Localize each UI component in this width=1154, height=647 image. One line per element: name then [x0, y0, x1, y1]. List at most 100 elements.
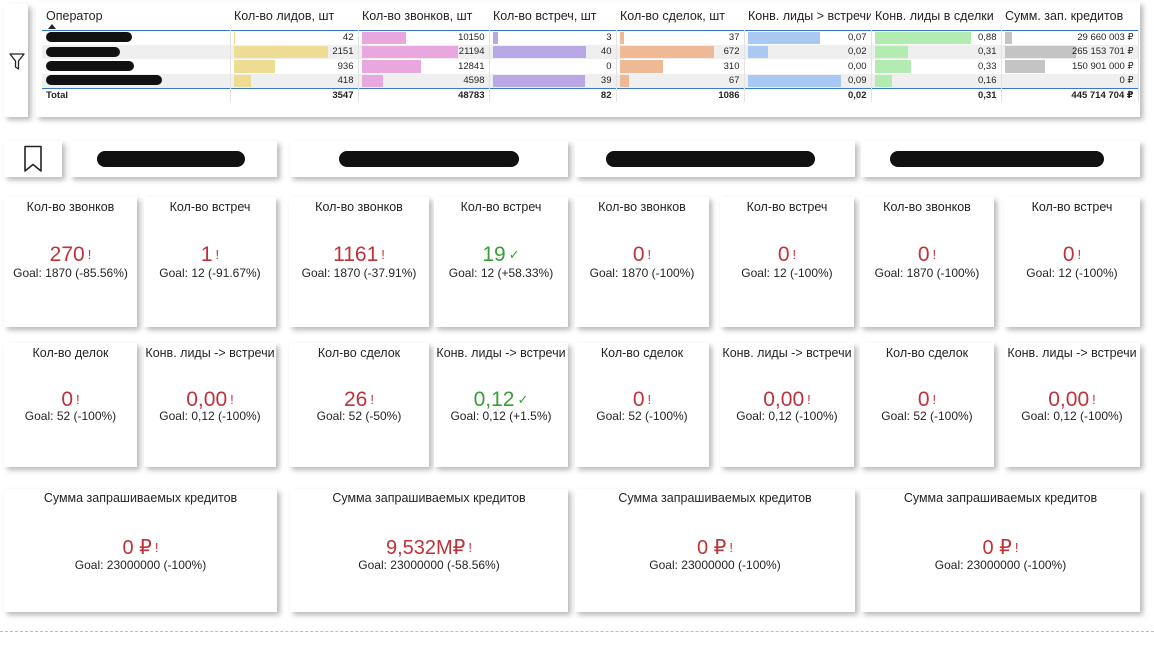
redacted-operator-name [97, 151, 245, 167]
redacted-operator-name [890, 151, 1104, 167]
table-row[interactable]: 42 10150 3 37 0,07 0,88 29 660 003 ₽ [42, 29, 1139, 45]
kpi-title: Кол-во делок [32, 346, 109, 360]
cell-conv-meet: 0,09 [744, 73, 872, 88]
table-row[interactable]: 418 4598 39 67 0,09 0,16 0 ₽ [42, 73, 1139, 88]
cell-value: 42 [342, 32, 354, 43]
cell-value: 0,09 [848, 75, 867, 86]
kpi-title: Сумма запрашиваемых кредитов [332, 491, 526, 505]
bookmark-icon [24, 145, 42, 172]
kpi-card[interactable]: Конв. лиды -> встречи 0,12 ✓ Goal: 0,12 (+1… [434, 343, 568, 467]
kpi-goal: Goal: 12 (-100%) [741, 266, 833, 280]
operator-slicer-3[interactable] [575, 141, 855, 177]
cell-value: 418 [337, 75, 354, 86]
kpi-value-text: 1161 [333, 243, 379, 266]
alert-icon: ! [729, 540, 734, 555]
kpi-value-text: 270 [49, 243, 85, 266]
cell-value: 150 901 000 ₽ [1071, 60, 1134, 72]
total-conv-meet: 0,02 [744, 87, 872, 102]
kpi-value-text: 0 [917, 243, 930, 266]
cell-value: 0,16 [978, 75, 997, 86]
kpi-card[interactable]: Конв. лиды -> встречи 0,00! Goal: 0,12 (-1… [144, 343, 276, 467]
page-divider [0, 631, 1154, 632]
table-row[interactable]: 2151 21194 40 672 0,02 0,31 265 153 701 ₽ [42, 44, 1139, 59]
kpi-title: Конв. лиды -> встречи [436, 346, 566, 360]
cell-calls: 21194 [358, 44, 490, 59]
alert-icon: ! [230, 392, 234, 407]
cell-value: 0,00 [848, 60, 867, 72]
cell-deals: 310 [616, 59, 745, 74]
column-header-deals[interactable]: Кол-во сделок, шт [616, 2, 744, 30]
cell-calls: 12841 [358, 59, 490, 74]
cell-conv-deal: 0,16 [871, 73, 1002, 88]
kpi-card[interactable]: Сумма запрашиваемых кредитов 9,532M₽! Goal… [290, 489, 568, 612]
data-bar [619, 31, 625, 44]
cell-meetings: 3 [489, 29, 617, 45]
kpi-goal: Goal: 1870 (-37.91%) [301, 266, 417, 280]
column-header-leads[interactable]: Кол-во лидов, шт [230, 2, 358, 30]
kpi-card[interactable]: Кол-во звонков 0! Goal: 1870 (-100%) [860, 197, 994, 327]
data-bar [1004, 31, 1013, 44]
data-bar [233, 60, 276, 73]
operator-cell [42, 29, 231, 45]
kpi-value-text: 0 ₽ [122, 537, 152, 559]
cell-calls: 10150 [358, 29, 490, 45]
kpi-value: 1161! [289, 243, 429, 267]
operator-table: Оператор Кол-во лидов, шт Кол-во звонков… [42, 2, 1139, 102]
data-bar [361, 45, 459, 58]
kpi-card[interactable]: Конв. лиды -> встречи 0,00! Goal: 0,12 (-1… [1004, 343, 1140, 467]
operator-slicer-2[interactable] [290, 141, 568, 177]
kpi-card[interactable]: Кол-во звонков 270! Goal: 1870 (-85.56%) [4, 197, 137, 327]
cell-value: 265 153 701 ₽ [1071, 46, 1134, 58]
kpi-card[interactable]: Кол-во сделок 0! Goal: 52 (-100%) [860, 343, 994, 467]
kpi-value-text: 0 [61, 388, 74, 411]
kpi-card[interactable]: Кол-во звонков 0! Goal: 1870 (-100%) [575, 197, 709, 327]
kpi-card[interactable]: Кол-во сделок 26! Goal: 52 (-50%) [289, 343, 429, 467]
kpi-card[interactable]: Кол-во встреч 0! Goal: 12 (-100%) [1004, 197, 1140, 327]
column-header-meetings[interactable]: Кол-во встреч, шт [489, 2, 616, 30]
cell-leads: 418 [230, 73, 359, 88]
column-header-operator[interactable]: Оператор [42, 2, 230, 30]
kpi-card[interactable]: Кол-во встреч 19 ✓ Goal: 12 (+58.33%) [434, 197, 568, 327]
kpi-card[interactable]: Сумма запрашиваемых кредитов 0 ₽! Goal: 23… [861, 489, 1140, 612]
column-header-calls[interactable]: Кол-во звонков, шт [358, 2, 489, 30]
kpi-card[interactable]: Кол-во делок 0! Goal: 52 (-100%) [4, 343, 137, 467]
kpi-goal: Goal: 23000000 (-58.56%) [358, 558, 500, 572]
cell-conv-meet: 0,00 [744, 59, 872, 74]
kpi-card[interactable]: Кол-во сделок 0! Goal: 52 (-100%) [575, 343, 709, 467]
data-bar [233, 31, 236, 44]
kpi-card[interactable]: Сумма запрашиваемых кредитов 0 ₽! Goal: 23… [575, 489, 855, 612]
cell-value: 0 [606, 60, 612, 72]
column-header-conv-meetings[interactable]: Конв. лиды > встречи [744, 2, 871, 30]
cell-conv-deal: 0,88 [871, 29, 1002, 45]
data-bar [361, 60, 421, 73]
cell-credit: 265 153 701 ₽ [1001, 44, 1139, 59]
operator-slicer-4[interactable] [861, 141, 1140, 177]
kpi-value-text: 0,12 [473, 388, 515, 411]
cell-deals: 672 [616, 44, 745, 59]
kpi-card[interactable]: Конв. лиды -> встречи 0,00! Goal: 0,12 (-1… [720, 343, 854, 467]
kpi-goal: Goal: 0,12 (-100%) [1021, 409, 1123, 423]
kpi-card[interactable]: Кол-во встреч 0! Goal: 12 (-100%) [720, 197, 854, 327]
operator-cell [42, 59, 231, 74]
data-bar [492, 31, 499, 44]
cell-value: 0,33 [978, 60, 997, 72]
data-bar [747, 74, 842, 87]
kpi-goal: Goal: 1870 (-85.56%) [13, 266, 128, 280]
cell-conv-meet: 0,07 [744, 29, 872, 45]
kpi-card[interactable]: Сумма запрашиваемых кредитов 0 ₽! Goal: 23… [4, 489, 277, 612]
data-bar [233, 74, 252, 87]
operator-slicer-1[interactable] [70, 141, 277, 177]
column-header-conv-deals[interactable]: Конв. лиды в сделки [871, 2, 1001, 30]
data-bar [233, 45, 329, 58]
operator-cell [42, 73, 231, 88]
cell-value: 0 ₽ [1119, 75, 1134, 86]
alert-icon: ! [87, 247, 92, 262]
cell-value: 0,31 [978, 46, 997, 58]
bookmark-button[interactable] [4, 141, 62, 177]
filter-pane-button[interactable] [4, 4, 28, 117]
kpi-card[interactable]: Кол-во звонков 1161! Goal: 1870 (-37.91%) [289, 197, 429, 327]
filter-icon [9, 53, 25, 70]
kpi-card[interactable]: Кол-во встреч 1! Goal: 12 (-91.67%) [144, 197, 276, 327]
column-header-credit-sum[interactable]: Сумм. зап. кредитов [1001, 2, 1138, 30]
table-row[interactable]: 936 12841 0 310 0,00 0,33 150 901 000 ₽ [42, 59, 1139, 74]
